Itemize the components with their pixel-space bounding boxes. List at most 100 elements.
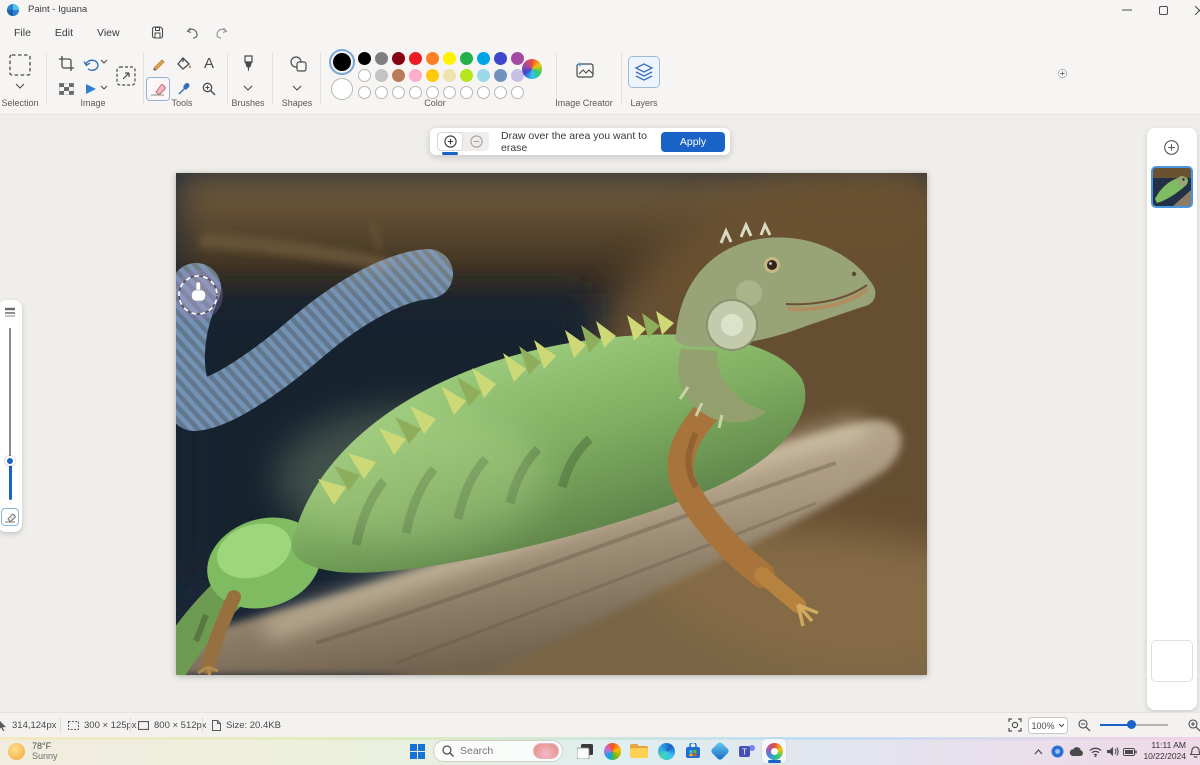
eyedropper-tool-button[interactable] bbox=[173, 78, 195, 100]
tray-app-button[interactable] bbox=[1050, 744, 1065, 759]
edit-colors-button[interactable] bbox=[522, 59, 1067, 81]
paint-app-button[interactable] bbox=[762, 739, 786, 763]
battery-button[interactable] bbox=[1122, 744, 1137, 759]
brushes-button[interactable] bbox=[237, 53, 259, 75]
cursor-icon bbox=[0, 720, 6, 731]
color-swatch-7f7f7f[interactable] bbox=[375, 52, 388, 65]
menu-edit[interactable]: Edit bbox=[43, 24, 85, 42]
dev-home-icon bbox=[710, 741, 730, 761]
redo-button[interactable] bbox=[210, 23, 234, 42]
add-layer-button[interactable] bbox=[1160, 136, 1182, 158]
color-swatch-ffaec9[interactable] bbox=[409, 69, 422, 82]
color-swatch-99d9ea[interactable] bbox=[477, 69, 490, 82]
canvas-image[interactable] bbox=[150, 173, 1156, 765]
weather-widget[interactable]: 78°F Sunny bbox=[8, 741, 58, 761]
background-layer-thumbnail[interactable] bbox=[1151, 640, 1193, 682]
color-swatch-7092be[interactable] bbox=[494, 69, 507, 82]
teams-button[interactable]: T bbox=[735, 739, 759, 763]
store-button[interactable] bbox=[681, 739, 705, 763]
save-button[interactable] bbox=[146, 23, 170, 42]
layer-thumbnail-selected[interactable] bbox=[1151, 166, 1193, 208]
color-swatch-b5e61d[interactable] bbox=[460, 69, 473, 82]
selection-dropdown-chevron[interactable] bbox=[15, 83, 25, 89]
flip-button[interactable] bbox=[80, 78, 102, 100]
menu-file[interactable]: File bbox=[2, 24, 43, 42]
minimize-icon bbox=[1122, 9, 1132, 11]
taskbar-search[interactable] bbox=[433, 740, 563, 762]
zoom-level-dropdown[interactable]: 100% bbox=[1028, 717, 1068, 734]
subtract-area-toggle[interactable] bbox=[463, 132, 489, 151]
search-input[interactable] bbox=[460, 745, 530, 757]
zoom-out-button[interactable] bbox=[1078, 713, 1091, 737]
fit-to-screen-button[interactable] bbox=[1008, 713, 1022, 737]
maximize-button[interactable] bbox=[1148, 0, 1178, 20]
color-swatch-empty[interactable] bbox=[511, 86, 524, 99]
notifications-button[interactable] bbox=[1188, 744, 1200, 759]
color-swatch-3f48cc[interactable] bbox=[494, 52, 507, 65]
image-creator-button[interactable] bbox=[572, 57, 598, 83]
menu-view[interactable]: View bbox=[85, 24, 132, 42]
file-explorer-button[interactable] bbox=[627, 739, 651, 763]
rotate-button[interactable] bbox=[80, 52, 102, 74]
secondary-color-well[interactable] bbox=[331, 78, 353, 100]
eraser-size-tool-button[interactable] bbox=[1, 508, 19, 526]
size-slider-thumb[interactable] bbox=[5, 456, 15, 466]
color-swatch-empty[interactable] bbox=[375, 86, 388, 99]
shapes-dropdown-chevron[interactable] bbox=[292, 85, 302, 91]
color-swatch-ed1c24[interactable] bbox=[409, 52, 422, 65]
color-swatch-22b14c[interactable] bbox=[460, 52, 473, 65]
copilot-button[interactable] bbox=[600, 739, 624, 763]
pencil-tool-button[interactable] bbox=[147, 52, 169, 74]
volume-button[interactable] bbox=[1105, 744, 1120, 759]
magnifier-tool-button[interactable] bbox=[198, 78, 220, 100]
zoom-in-button[interactable] bbox=[1188, 713, 1200, 737]
paint-canvas[interactable] bbox=[150, 173, 1156, 765]
color-swatch-ff7f27[interactable] bbox=[426, 52, 439, 65]
weather-temp: 78°F bbox=[32, 741, 52, 751]
color-swatch-empty[interactable] bbox=[494, 86, 507, 99]
color-swatch-ffffff[interactable] bbox=[358, 69, 371, 82]
color-palette bbox=[358, 52, 524, 99]
primary-color-well[interactable] bbox=[329, 49, 355, 75]
undo-button[interactable] bbox=[180, 23, 204, 42]
transparent-selection-button[interactable] bbox=[55, 78, 77, 100]
flip-dropdown-chevron[interactable] bbox=[100, 85, 108, 90]
size-slider-fill bbox=[9, 460, 12, 500]
brushes-dropdown-chevron[interactable] bbox=[243, 85, 253, 91]
dev-home-button[interactable] bbox=[708, 739, 732, 763]
add-area-toggle[interactable] bbox=[437, 132, 463, 151]
layers-button[interactable] bbox=[628, 56, 660, 88]
zoom-slider-track[interactable] bbox=[1100, 720, 1168, 729]
start-button[interactable] bbox=[405, 739, 429, 763]
fill-tool-button[interactable] bbox=[173, 52, 195, 74]
shapes-button[interactable] bbox=[287, 53, 309, 75]
color-swatch-empty[interactable] bbox=[358, 86, 371, 99]
zoom-slider-thumb[interactable] bbox=[1127, 720, 1136, 729]
color-swatch-b97a57[interactable] bbox=[392, 69, 405, 82]
wifi-button[interactable] bbox=[1088, 744, 1103, 759]
tray-expand-button[interactable] bbox=[1031, 744, 1046, 759]
color-swatch-00a2e8[interactable] bbox=[477, 52, 490, 65]
apply-button[interactable]: Apply bbox=[661, 131, 725, 152]
color-swatch-fff200[interactable] bbox=[443, 52, 456, 65]
minimize-button[interactable] bbox=[1112, 0, 1142, 20]
crop-button[interactable] bbox=[55, 52, 77, 74]
edge-button[interactable] bbox=[654, 739, 678, 763]
color-swatch-efe4b0[interactable] bbox=[443, 69, 456, 82]
text-tool-button[interactable]: A bbox=[198, 52, 220, 74]
rotate-dropdown-chevron[interactable] bbox=[100, 59, 108, 64]
taskbar-clock[interactable]: 11:11 AM 10/22/2024 bbox=[1136, 740, 1186, 762]
color-swatch-000000[interactable] bbox=[358, 52, 371, 65]
task-view-button[interactable] bbox=[573, 739, 597, 763]
color-swatch-ffc90e[interactable] bbox=[426, 69, 439, 82]
selection-tool-button[interactable] bbox=[8, 53, 32, 77]
search-highlight-image[interactable] bbox=[533, 743, 559, 759]
color-swatch-880015[interactable] bbox=[392, 52, 405, 65]
active-app-underline bbox=[768, 760, 781, 763]
onedrive-button[interactable] bbox=[1069, 744, 1084, 759]
close-button[interactable] bbox=[1184, 0, 1200, 20]
resize-button[interactable] bbox=[113, 63, 139, 89]
selection-size-icon bbox=[68, 720, 79, 730]
size-slider-track[interactable] bbox=[9, 328, 11, 460]
color-swatch-c3c3c3[interactable] bbox=[375, 69, 388, 82]
